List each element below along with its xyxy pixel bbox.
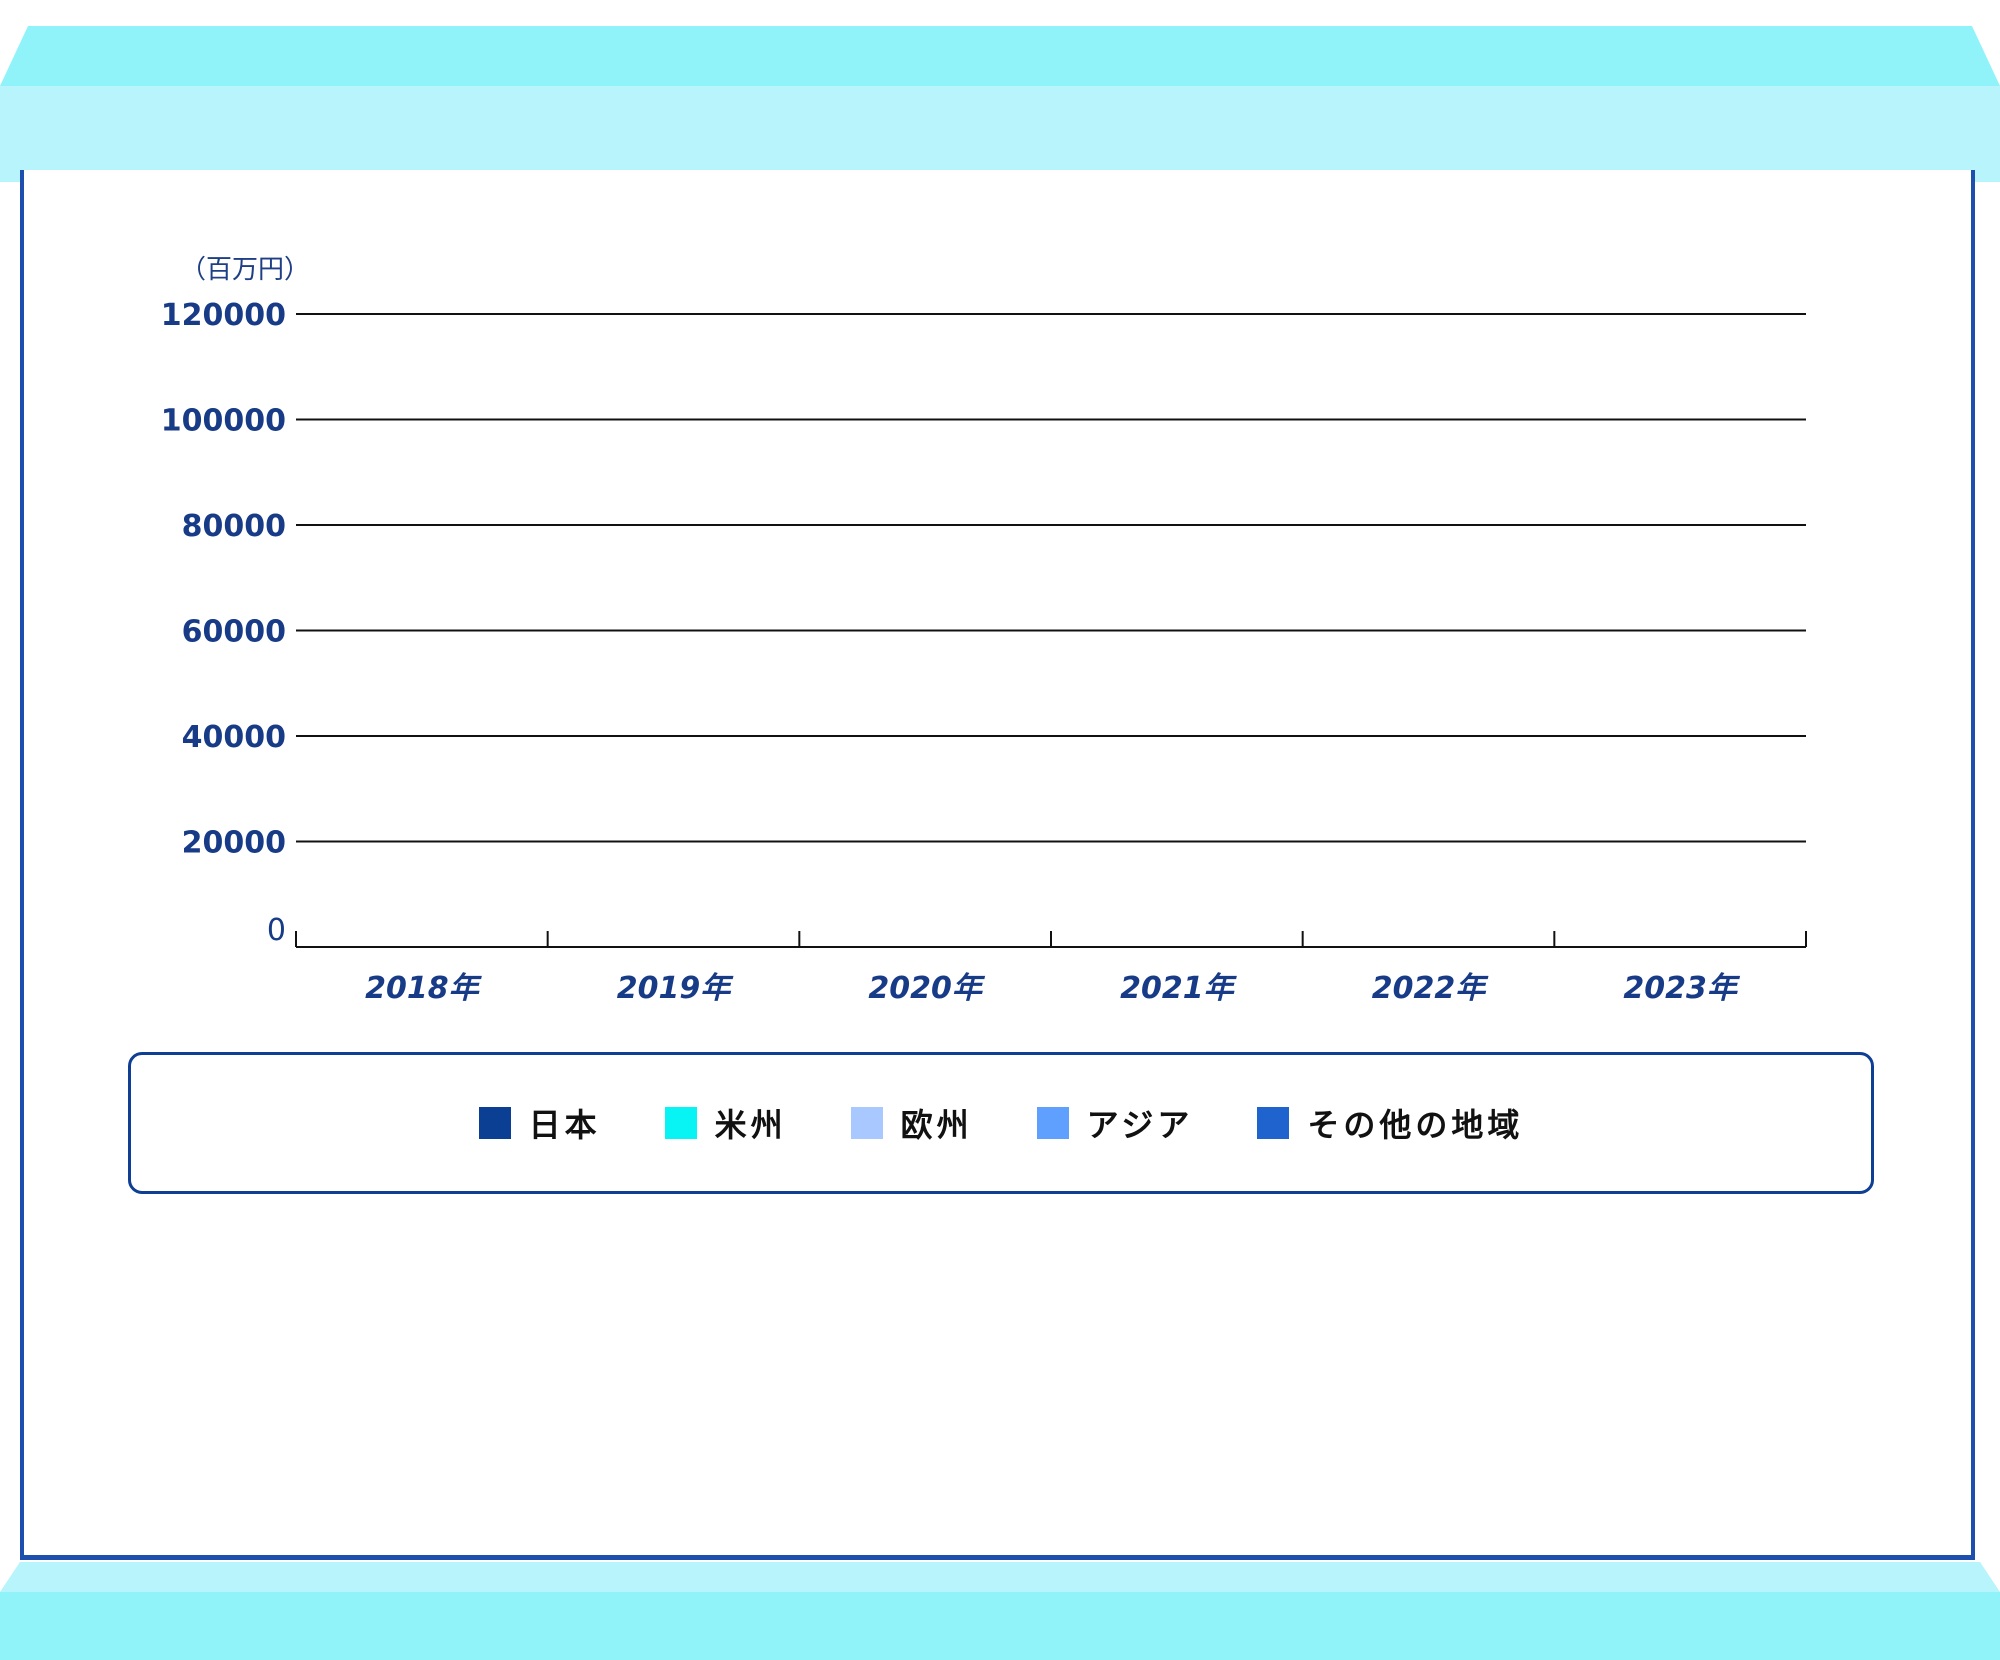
legend-label-4: その他の地域 bbox=[1307, 1106, 1524, 1144]
x-tick-label-1: 2019年 bbox=[617, 971, 734, 1006]
y-tick-label-1: 20000 bbox=[182, 826, 286, 861]
y-tick-label-6: 120000 bbox=[161, 298, 286, 333]
x-axis: 2018年 2019年 2020年 2021年 2022年 2023年 bbox=[295, 931, 1807, 1006]
legend-label-0: 日本 bbox=[528, 1106, 601, 1144]
x-tick-label-4: 2022年 bbox=[1372, 971, 1489, 1006]
legend-item-4: その他の地域 bbox=[1257, 1100, 1523, 1146]
y-tick-label-0: 0 bbox=[267, 913, 286, 948]
legend-item-0: 日本 bbox=[478, 1100, 601, 1146]
grid-lines bbox=[296, 313, 1806, 843]
y-tick-label-5: 100000 bbox=[161, 404, 286, 439]
legend-swatch-2 bbox=[850, 1107, 883, 1139]
legend-swatch-0 bbox=[478, 1107, 511, 1139]
x-tick-label-3: 2021年 bbox=[1120, 971, 1237, 1006]
legend-item-2: 欧州 bbox=[850, 1100, 973, 1146]
y-axis-unit-label: （百万円） bbox=[180, 255, 310, 285]
y-tick-label-4: 80000 bbox=[182, 509, 286, 544]
bar-chart: （百万円） 020000400006000080000100000120000 … bbox=[161, 255, 1807, 1006]
legend: 日本 米州 欧州 アジア その他の地域 bbox=[128, 1052, 1874, 1194]
y-axis-ticks: 0 20000 40000 60000 80000 100000 120000 bbox=[161, 298, 286, 948]
bottom-banner bbox=[0, 1562, 2000, 1660]
y-tick-label-3: 60000 bbox=[182, 615, 286, 650]
legend-swatch-1 bbox=[664, 1107, 697, 1139]
x-tick-label-5: 2023年 bbox=[1623, 971, 1740, 1006]
legend-item-3: アジア bbox=[1036, 1100, 1194, 1146]
x-tick-label-0: 2018年 bbox=[365, 971, 482, 1006]
x-tick-label-2: 2020年 bbox=[868, 971, 985, 1006]
legend-swatch-3 bbox=[1036, 1107, 1069, 1139]
legend-swatch-4 bbox=[1257, 1107, 1290, 1139]
legend-label-2: 欧州 bbox=[900, 1106, 973, 1144]
legend-label-3: アジア bbox=[1086, 1106, 1194, 1144]
y-tick-label-2: 40000 bbox=[182, 720, 286, 755]
legend-label-1: 米州 bbox=[714, 1106, 787, 1144]
legend-item-1: 米州 bbox=[664, 1100, 787, 1146]
